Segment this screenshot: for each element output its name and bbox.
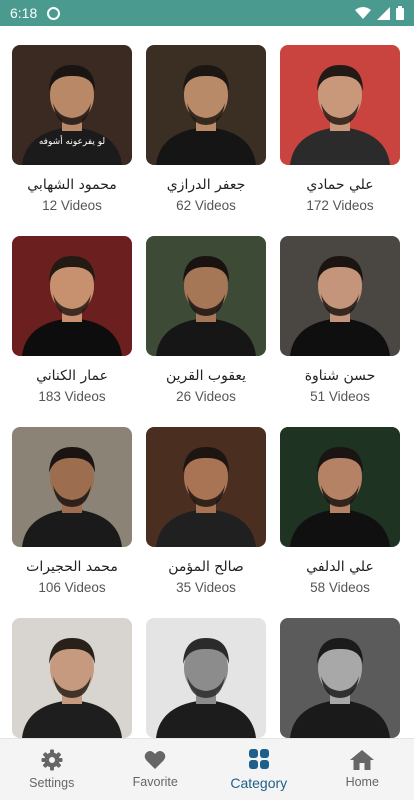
video-count: 183 Videos [12,389,132,404]
battery-icon [396,6,404,20]
settings-icon [41,749,63,771]
reciter-photo: لو يفرعونه أشوفه [12,45,132,165]
video-count: 12 Videos [12,198,132,213]
reciter-name: جعفر الدرازي [146,177,266,193]
heart-icon [144,750,166,770]
reciter-photo [146,236,266,356]
reciter-name: حسن شناوة [280,368,400,384]
data-saver-icon [47,7,60,20]
home-icon [350,750,374,770]
reciter-card[interactable]: علي حمادي 172 Videos [280,45,400,236]
reciter-photo [146,427,266,547]
reciter-photo [280,45,400,165]
video-count: 106 Videos [12,580,132,595]
status-time: 6:18 [10,5,37,21]
reciter-card[interactable]: عمار الكناني 183 Videos [12,236,132,427]
nav-category[interactable]: Category [207,739,311,800]
reciter-card[interactable]: حسن شناوة 51 Videos [280,236,400,427]
reciter-photo [12,236,132,356]
reciter-photo [146,45,266,165]
nav-favorite[interactable]: Favorite [104,739,208,800]
reciter-card[interactable]: جعفر الدرازي 62 Videos [146,45,266,236]
signal-icon [377,7,390,20]
reciter-name: علي الدلفي [280,559,400,575]
reciter-photo [12,618,132,738]
reciter-card[interactable]: لو يفرعونه أشوفه محمود الشهابي 12 Videos [12,45,132,236]
reciter-name: محمد الحجيرات [12,559,132,575]
reciter-name: محمود الشهابي [12,177,132,193]
reciter-photo [146,618,266,738]
reciter-card[interactable]: علي الدلفي 58 Videos [280,427,400,618]
video-count: 26 Videos [146,389,266,404]
reciter-photo [280,427,400,547]
reciter-photo [12,427,132,547]
status-icons [355,6,404,20]
video-count: 35 Videos [146,580,266,595]
wifi-icon [355,7,371,20]
grid-icon [248,748,270,770]
nav-home-label: Home [346,775,379,789]
bottom-navigation: Settings Favorite Category Home [0,738,414,800]
reciter-card[interactable]: يعقوب القرين 26 Videos [146,236,266,427]
nav-settings[interactable]: Settings [0,739,104,800]
reciter-name: صالح المؤمن [146,559,266,575]
reciter-name: علي حمادي [280,177,400,193]
reciter-card[interactable]: صالح المؤمن 35 Videos [146,427,266,618]
reciter-name: عمار الكناني [12,368,132,384]
reciter-photo [280,618,400,738]
photo-caption: لو يفرعونه أشوفه [12,137,132,147]
nav-home[interactable]: Home [311,739,414,800]
video-count: 172 Videos [280,198,400,213]
nav-settings-label: Settings [29,776,74,790]
video-count: 58 Videos [280,580,400,595]
nav-favorite-label: Favorite [133,775,178,789]
reciter-photo [280,236,400,356]
reciter-grid: لو يفرعونه أشوفه محمود الشهابي 12 Videos جع… [12,45,404,809]
nav-category-label: Category [230,775,287,791]
status-bar: 6:18 [0,0,414,26]
reciter-card[interactable]: محمد الحجيرات 106 Videos [12,427,132,618]
video-count: 51 Videos [280,389,400,404]
video-count: 62 Videos [146,198,266,213]
reciter-name: يعقوب القرين [146,368,266,384]
